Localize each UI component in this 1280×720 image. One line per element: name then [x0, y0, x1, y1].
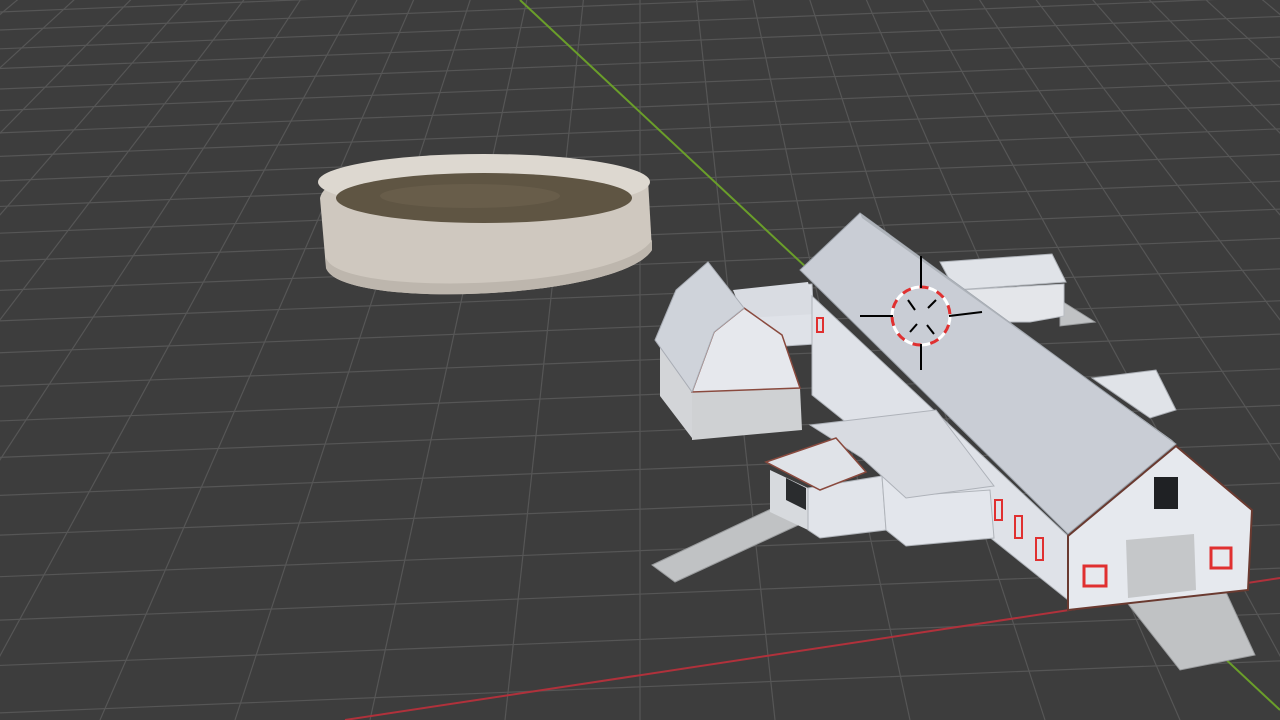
- grid-line: [234, 0, 471, 720]
- grid-line: [99, 0, 415, 720]
- lean-to-shed[interactable]: [764, 409, 995, 547]
- silo-pit[interactable]: [318, 154, 652, 295]
- floor-grid: [0, 0, 1280, 720]
- loft-window: [1154, 477, 1178, 509]
- 3d-viewport[interactable]: [0, 0, 1280, 720]
- viewport-canvas[interactable]: [0, 0, 1280, 720]
